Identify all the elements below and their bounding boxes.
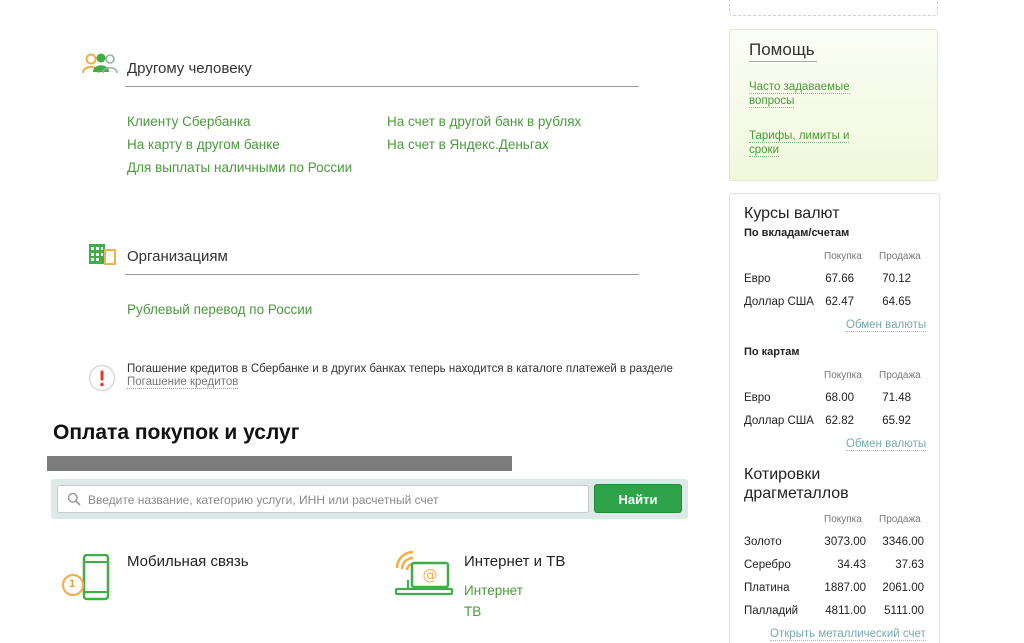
link-account-other-bank[interactable]: На счет в другой банк в рублях xyxy=(387,114,581,129)
metal-sell: 2061.00 xyxy=(882,582,924,594)
link-yandex-money[interactable]: На счет в Яндекс.Деньгах xyxy=(387,137,549,152)
sidebar-widget-top xyxy=(729,0,938,16)
col-buy: Покупка xyxy=(824,370,862,381)
redacted-bar xyxy=(47,456,512,471)
link-open-metal-account[interactable]: Открыть металлический счет xyxy=(770,628,926,641)
col-sell: Продажа xyxy=(879,514,921,525)
metal-sell: 37.63 xyxy=(895,559,924,571)
col-sell: Продажа xyxy=(879,370,921,381)
rates-cards-title: По картам xyxy=(744,346,800,358)
col-buy: Покупка xyxy=(824,514,862,525)
category-mobile[interactable]: Мобильная связь xyxy=(127,553,249,570)
link-sberbank-client[interactable]: Клиенту Сбербанка xyxy=(127,114,251,129)
col-buy: Покупка xyxy=(824,251,862,262)
col-sell: Продажа xyxy=(879,251,921,262)
metals-title: Котировки драгметаллов xyxy=(744,466,849,502)
help-title: Помощь xyxy=(749,40,815,59)
section-title-organizations: Организациям xyxy=(127,248,228,265)
link-currency-exchange[interactable]: Обмен валюты xyxy=(846,319,927,332)
link-card-other-bank[interactable]: На карту в другом банке xyxy=(127,137,280,152)
metal-sell: 5111.00 xyxy=(884,605,924,617)
link-cash-payout-russia[interactable]: Для выплаты наличными по России xyxy=(127,160,352,175)
category-internet-tv[interactable]: Интернет и ТВ xyxy=(464,553,565,570)
rate-buy: 68.00 xyxy=(825,392,854,404)
internet-tv-icon[interactable]: @ xyxy=(394,548,454,600)
link-tariffs[interactable]: Тарифы, лимиты и сроки xyxy=(749,129,869,157)
search-button[interactable]: Найти xyxy=(594,484,682,513)
rate-sell: 70.12 xyxy=(882,273,911,285)
metal-name: Серебро xyxy=(744,559,791,571)
rates-title: Курсы валют xyxy=(744,205,840,222)
metal-buy: 4811.00 xyxy=(825,605,866,617)
divider xyxy=(125,274,639,275)
metal-sell: 3346.00 xyxy=(882,536,924,548)
svg-text:@: @ xyxy=(423,566,438,584)
mobile-badge-number: 1 xyxy=(69,578,76,590)
search-input[interactable]: Введите название, категорию услуги, ИНН … xyxy=(57,485,589,513)
metal-buy: 3073.00 xyxy=(824,536,866,548)
metal-buy: 1887.00 xyxy=(824,582,866,594)
rate-sell: 64.65 xyxy=(882,296,911,308)
metal-name: Золото xyxy=(744,536,782,548)
rate-sell: 65.92 xyxy=(882,415,911,427)
currency-rates-panel: Курсы валют По вкладам/счетам Покупка Пр… xyxy=(729,193,940,643)
link-loan-repayment[interactable]: Погашение кредитов xyxy=(127,376,239,389)
link-tv[interactable]: ТВ xyxy=(464,604,481,619)
metal-name: Палладий xyxy=(744,605,799,617)
metal-buy: 34.43 xyxy=(837,559,866,571)
notice-text: Погашение кредитов в Сбербанке и в други… xyxy=(127,363,673,375)
building-icon xyxy=(89,244,116,265)
rate-buy: 62.82 xyxy=(825,415,854,427)
warning-icon xyxy=(88,364,116,392)
metal-name: Платина xyxy=(744,582,790,594)
rate-sell: 71.48 xyxy=(882,392,911,404)
people-icon xyxy=(82,53,118,74)
divider xyxy=(125,86,639,87)
page-title: Оплата покупок и услуг xyxy=(53,421,300,444)
link-ruble-transfer[interactable]: Рублевый перевод по России xyxy=(127,302,312,317)
rate-buy: 67.66 xyxy=(825,273,854,285)
rate-name: Евро xyxy=(744,273,771,285)
help-panel: Помощь Часто задаваемые вопросы Тарифы, … xyxy=(729,29,938,181)
link-faq[interactable]: Часто задаваемые вопросы xyxy=(749,80,869,108)
rate-name: Евро xyxy=(744,392,771,404)
section-title-person: Другому человеку xyxy=(127,60,252,77)
search-panel: Введите название, категорию услуги, ИНН … xyxy=(51,479,688,519)
search-placeholder: Введите название, категорию услуги, ИНН … xyxy=(88,493,439,507)
search-icon xyxy=(67,492,81,506)
divider xyxy=(749,61,817,62)
rate-buy: 62.47 xyxy=(825,296,854,308)
link-internet[interactable]: Интернет xyxy=(464,583,523,598)
link-currency-exchange[interactable]: Обмен валюты xyxy=(846,438,927,451)
rates-deposits-title: По вкладам/счетам xyxy=(744,227,850,239)
